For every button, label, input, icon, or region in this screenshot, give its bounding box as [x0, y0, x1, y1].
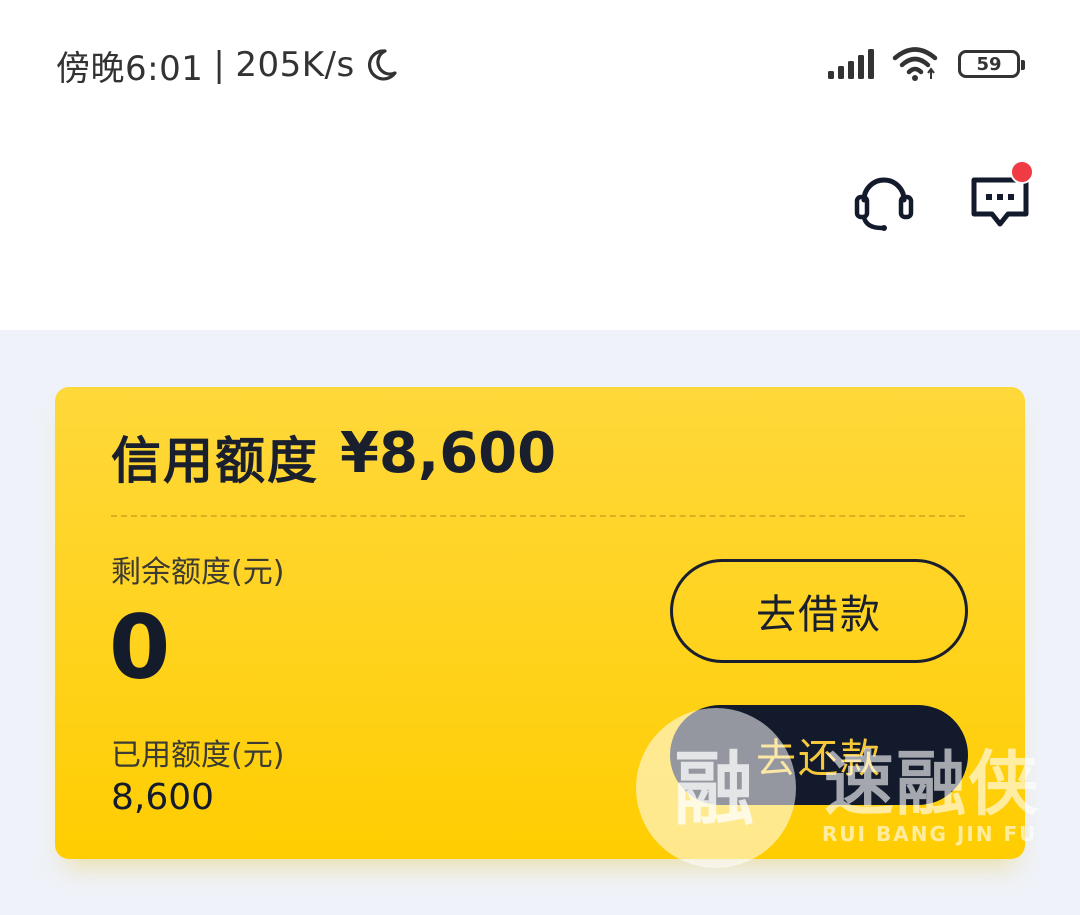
status-right: 59 — [828, 42, 1025, 86]
status-time: 傍晚6:01 — [56, 48, 204, 89]
used-limit-label: 已用额度(元) — [111, 738, 285, 773]
headset-icon[interactable] — [852, 170, 916, 234]
status-left: 傍晚6:01 | 205K/s — [56, 40, 399, 90]
wifi-icon — [892, 47, 938, 81]
status-bar: 傍晚6:01 | 205K/s 59 — [0, 0, 1080, 130]
signal-icon — [828, 49, 874, 79]
notification-dot — [1010, 160, 1034, 184]
battery-level: 59 — [976, 53, 1002, 75]
status-network-speed: 205K/s — [235, 45, 355, 85]
moon-icon — [367, 49, 397, 81]
repay-button[interactable]: 去还款 — [670, 705, 968, 805]
content-area: 信用额度 ¥8,600 剩余额度(元) 0 已用额度(元) 8,600 去借款 … — [0, 330, 1080, 915]
credit-limit-label: 信用额度 — [111, 432, 319, 490]
credit-card: 信用额度 ¥8,600 剩余额度(元) 0 已用额度(元) 8,600 去借款 … — [55, 387, 1025, 859]
used-limit-value: 8,600 — [111, 777, 215, 818]
remaining-limit-value: 0 — [109, 596, 171, 699]
header-bar — [0, 130, 1080, 330]
status-separator: | — [213, 45, 226, 85]
remaining-limit-label: 剩余额度(元) — [111, 555, 285, 590]
dashed-divider — [111, 515, 965, 517]
battery-icon: 59 — [958, 50, 1025, 78]
credit-limit-value: ¥8,600 — [340, 421, 557, 486]
borrow-button[interactable]: 去借款 — [670, 559, 968, 663]
